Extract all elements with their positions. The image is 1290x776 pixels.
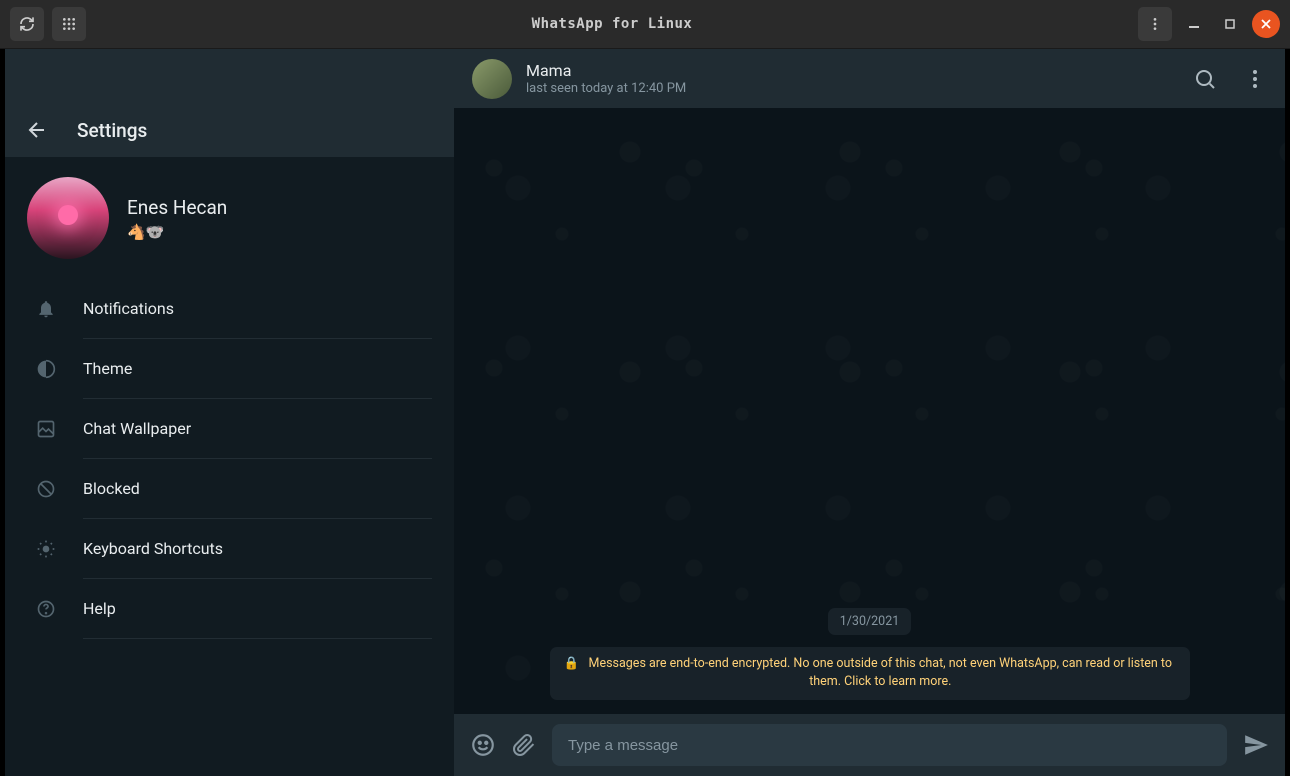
profile-name: Enes Hecan — [127, 196, 227, 219]
attach-button[interactable] — [512, 733, 536, 757]
theme-icon — [35, 358, 57, 380]
settings-list: Notifications Theme Chat Wallpaper Block… — [5, 279, 454, 776]
contact-info[interactable]: Mama last seen today at 12:40 PM — [526, 61, 1179, 96]
date-separator: 1/30/2021 — [828, 608, 912, 635]
settings-header: Settings — [5, 103, 454, 157]
titlebar: WhatsApp for Linux — [0, 0, 1290, 49]
settings-item-notifications[interactable]: Notifications — [5, 279, 454, 339]
brightness-icon — [35, 538, 57, 560]
menu-dots-icon — [1243, 67, 1267, 91]
encryption-notice[interactable]: 🔒 Messages are end-to-end encrypted. No … — [550, 647, 1190, 701]
sidebar-top-spacer — [5, 49, 454, 103]
settings-item-label: Help — [83, 579, 432, 639]
profile-status: 🐴🐨 — [127, 223, 227, 241]
settings-item-theme[interactable]: Theme — [5, 339, 454, 399]
settings-item-keyboard[interactable]: Keyboard Shortcuts — [5, 519, 454, 579]
settings-item-label: Theme — [83, 339, 432, 399]
send-button[interactable] — [1243, 732, 1269, 758]
contact-last-seen: last seen today at 12:40 PM — [526, 81, 1179, 96]
settings-title: Settings — [77, 119, 147, 142]
arrow-left-icon — [25, 118, 49, 142]
settings-item-blocked[interactable]: Blocked — [5, 459, 454, 519]
refresh-icon — [19, 16, 35, 32]
settings-item-label: Chat Wallpaper — [83, 399, 432, 459]
window-title: WhatsApp for Linux — [86, 16, 1138, 32]
chat-body: 1/30/2021 🔒 Messages are end-to-end encr… — [454, 108, 1285, 714]
message-input[interactable] — [552, 724, 1227, 766]
maximize-icon — [1225, 19, 1235, 29]
contact-name: Mama — [526, 61, 1179, 80]
help-icon — [35, 598, 57, 620]
bell-icon — [35, 298, 57, 320]
close-icon — [1261, 19, 1271, 29]
minimize-button[interactable] — [1180, 10, 1208, 38]
settings-item-wallpaper[interactable]: Chat Wallpaper — [5, 399, 454, 459]
close-button[interactable] — [1252, 10, 1280, 38]
settings-panel: Settings Enes Hecan 🐴🐨 Notifications The… — [5, 49, 454, 776]
menu-dots-icon — [1147, 16, 1163, 32]
chat-header: Mama last seen today at 12:40 PM — [454, 49, 1285, 108]
refresh-button[interactable] — [10, 7, 44, 41]
apps-button[interactable] — [52, 7, 86, 41]
emoji-button[interactable] — [470, 732, 496, 758]
grid-icon — [61, 16, 77, 32]
wallpaper-icon — [35, 418, 57, 440]
search-in-chat-button[interactable] — [1193, 67, 1217, 91]
blocked-icon — [35, 478, 57, 500]
lock-icon: 🔒 — [564, 655, 580, 674]
contact-avatar[interactable] — [472, 59, 512, 99]
settings-item-label: Notifications — [83, 279, 432, 339]
search-icon — [1193, 67, 1217, 91]
send-icon — [1243, 732, 1269, 758]
chat-pane: Mama last seen today at 12:40 PM 1/30/20… — [454, 49, 1285, 776]
composer — [454, 714, 1285, 776]
chat-menu-button[interactable] — [1243, 67, 1267, 91]
settings-item-label: Blocked — [83, 459, 432, 519]
profile-row[interactable]: Enes Hecan 🐴🐨 — [5, 157, 454, 279]
app-menu-button[interactable] — [1138, 7, 1172, 41]
back-button[interactable] — [25, 118, 49, 142]
encryption-text: Messages are end-to-end encrypted. No on… — [585, 655, 1175, 693]
profile-avatar — [27, 177, 109, 259]
emoji-icon — [470, 732, 496, 758]
paperclip-icon — [512, 733, 536, 757]
minimize-icon — [1189, 19, 1199, 29]
settings-item-help[interactable]: Help — [5, 579, 454, 639]
settings-item-label: Keyboard Shortcuts — [83, 519, 432, 579]
maximize-button[interactable] — [1216, 10, 1244, 38]
